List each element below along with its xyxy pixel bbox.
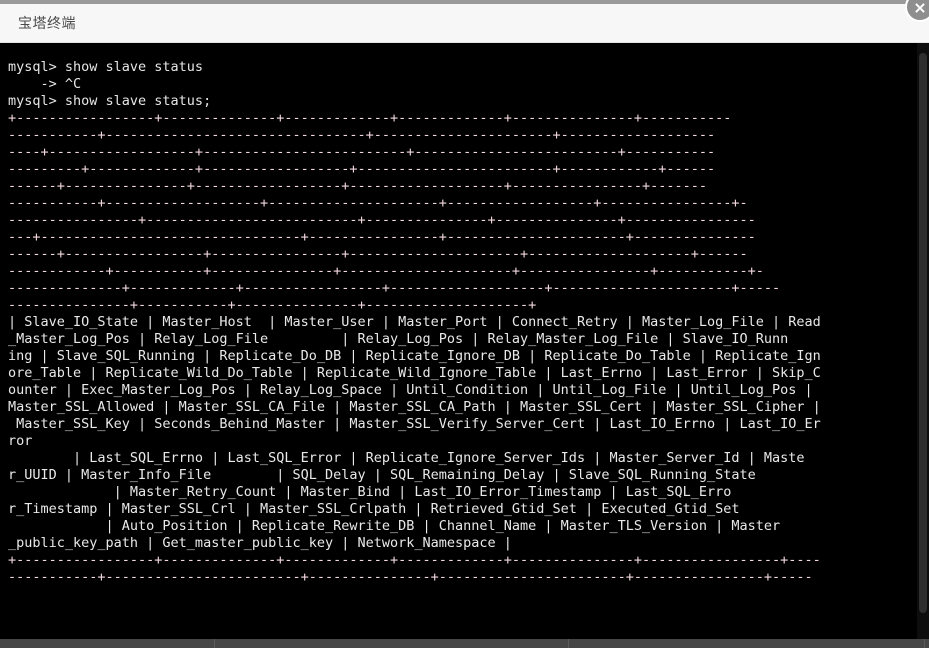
terminal-line: Master_SSL_Allowed | Master_SSL_CA_File … bbox=[8, 399, 821, 415]
vertical-scrollbar[interactable] bbox=[917, 43, 929, 648]
terminal-window: 宝塔终端 mysql> show slave status -> ^C mysql… bbox=[0, 0, 929, 648]
horizontal-scrollbar-thumb[interactable] bbox=[0, 639, 929, 648]
terminal-line: ------+-----------------+---------------… bbox=[8, 246, 748, 262]
terminal-line: mysql> show slave status bbox=[8, 59, 204, 75]
terminal-line: r_UUID | Master_Info_File | SQL_Delay | … bbox=[8, 467, 756, 483]
terminal-line: ------------+-----------+---------------… bbox=[8, 263, 764, 279]
terminal-line: ore_Table | Replicate_Wild_Do_Table | Re… bbox=[8, 365, 821, 381]
terminal-line: ---------+-------------+----------------… bbox=[8, 161, 716, 177]
vertical-scrollbar-thumb[interactable] bbox=[919, 53, 927, 613]
terminal-line: ing | Slave_SQL_Running | Replicate_Do_D… bbox=[8, 348, 821, 364]
terminal-line: ---+--------------------------------+---… bbox=[8, 229, 756, 245]
terminal-line: ------+---------------+-----------------… bbox=[8, 178, 707, 194]
terminal-line: -----------+----------------------------… bbox=[8, 127, 716, 143]
horizontal-scrollbar[interactable] bbox=[0, 639, 929, 648]
terminal-line: ----------------+-----------------------… bbox=[8, 212, 756, 228]
window-title: 宝塔终端 bbox=[18, 16, 76, 32]
terminal-line: mysql> show slave status; bbox=[8, 93, 212, 109]
terminal-line: | Slave_IO_State | Master_Host | Master_… bbox=[8, 314, 821, 330]
terminal-line: -----------+------------------------+---… bbox=[8, 569, 813, 585]
terminal-line: -> ^C bbox=[8, 76, 82, 92]
scrollbar-tick bbox=[568, 639, 569, 648]
terminal-line: r_Timestamp | Master_SSL_Crl | Master_SS… bbox=[8, 501, 740, 517]
terminal-line: | Auto_Position | Replicate_Rewrite_DB |… bbox=[8, 518, 781, 534]
scrollbar-tick bbox=[924, 639, 925, 648]
terminal-line: ror bbox=[8, 433, 33, 449]
terminal-output-area[interactable]: mysql> show slave status -> ^C mysql> sho… bbox=[0, 43, 929, 648]
terminal-line: | Last_SQL_Errno | Last_SQL_Error | Repl… bbox=[8, 450, 805, 466]
terminal-line: ----+------------------+----------------… bbox=[8, 144, 716, 160]
terminal-line: | Master_Retry_Count | Master_Bind | Las… bbox=[8, 484, 732, 500]
terminal-line: +-----------------+--------------+------… bbox=[8, 110, 732, 126]
terminal-line: _Master_Log_Pos | Relay_Log_File | Relay… bbox=[8, 331, 789, 347]
terminal-line: -----------+-------------------+--------… bbox=[8, 195, 748, 211]
scrollbar-tick bbox=[214, 639, 215, 648]
terminal-line: Master_SSL_Key | Seconds_Behind_Master |… bbox=[8, 416, 821, 432]
terminal-line: +-----------------+--------------+------… bbox=[8, 552, 821, 568]
window-titlebar: 宝塔终端 bbox=[0, 4, 929, 43]
terminal-line: --------------+-------------+-----------… bbox=[8, 280, 781, 296]
terminal-text: mysql> show slave status -> ^C mysql> sho… bbox=[0, 43, 917, 586]
terminal-line: _public_key_path | Get_master_public_key… bbox=[8, 535, 512, 551]
terminal-line: ---------------+-----------+------------… bbox=[8, 297, 537, 313]
terminal-line: ounter | Exec_Master_Log_Pos | Relay_Log… bbox=[8, 382, 813, 398]
